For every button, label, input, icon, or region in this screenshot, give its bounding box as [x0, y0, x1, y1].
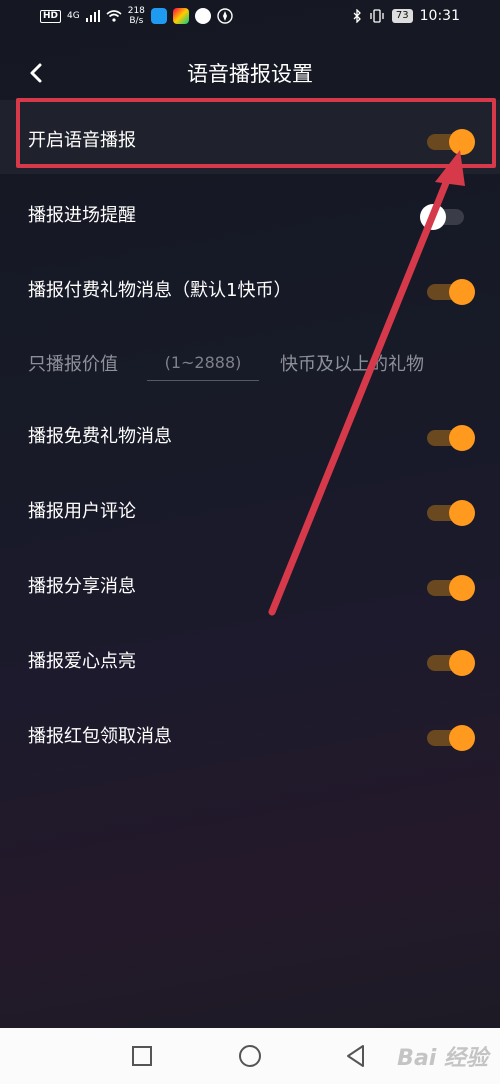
setting-row-heart-light[interactable]: 播报爱心点亮	[0, 623, 500, 695]
setting-label: 播报付费礼物消息（默认1快币）	[28, 280, 292, 301]
value-threshold-input[interactable]	[147, 344, 259, 381]
signal-bars-icon	[85, 10, 100, 22]
setting-label: 播报用户评论	[28, 501, 136, 522]
setting-row-paid-gift[interactable]: 播报付费礼物消息（默认1快币）	[0, 252, 500, 324]
recent-apps-icon[interactable]	[128, 1042, 156, 1070]
setting-row-share-message[interactable]: 播报分享消息	[0, 548, 500, 620]
setting-row-entry-reminder[interactable]: 播报进场提醒	[0, 177, 500, 249]
app-notification-icon	[194, 8, 211, 24]
app-notification-icon	[172, 8, 189, 24]
toggle-switch[interactable]	[420, 200, 470, 230]
setting-label: 播报进场提醒	[28, 205, 136, 226]
setting-label: 开启语音播报	[28, 130, 136, 151]
toggle-switch[interactable]	[425, 571, 475, 601]
clock: 10:31	[419, 8, 460, 24]
setting-label: 播报爱心点亮	[28, 651, 136, 672]
hd-icon: HD	[40, 9, 62, 23]
setting-label: 播报红包领取消息	[28, 726, 172, 747]
toggle-switch[interactable]	[425, 496, 475, 526]
back-triangle-icon[interactable]	[342, 1042, 370, 1070]
status-bar: HD 4G 218 B/s 73 10:31	[0, 0, 500, 38]
app-notification-icon	[150, 8, 167, 24]
value-threshold-row: 只播报价值 快币及以上的礼物	[0, 332, 500, 388]
wifi-icon	[106, 10, 122, 22]
network-speed: 218 B/s	[127, 6, 145, 26]
setting-row-red-packet[interactable]: 播报红包领取消息	[0, 698, 500, 770]
navigation-bar: Bai 经验	[0, 1028, 500, 1084]
toggle-switch[interactable]	[425, 721, 475, 751]
toggle-switch[interactable]	[425, 646, 475, 676]
value-threshold-suffix: 快币及以上的礼物	[280, 354, 424, 375]
compass-icon	[217, 8, 233, 24]
toggle-switch[interactable]	[425, 421, 475, 451]
setting-row-user-comment[interactable]: 播报用户评论	[0, 473, 500, 545]
bluetooth-icon	[353, 9, 361, 23]
setting-label: 播报分享消息	[28, 576, 136, 597]
page-title: 语音播报设置	[187, 62, 313, 86]
signal-label: 4G	[67, 11, 80, 21]
vibrate-icon	[370, 9, 384, 23]
setting-row-free-gift[interactable]: 播报免费礼物消息	[0, 398, 500, 470]
setting-label: 播报免费礼物消息	[28, 426, 172, 447]
setting-row-enable-voice[interactable]: 开启语音播报	[0, 102, 500, 174]
toggle-switch[interactable]	[425, 275, 475, 305]
home-icon[interactable]	[236, 1042, 264, 1070]
toggle-switch[interactable]	[425, 125, 475, 155]
header: 语音播报设置	[0, 48, 500, 100]
value-threshold-label: 只播报价值	[28, 354, 118, 375]
battery-indicator: 73	[391, 9, 413, 23]
watermark: Bai 经验	[397, 1046, 488, 1071]
